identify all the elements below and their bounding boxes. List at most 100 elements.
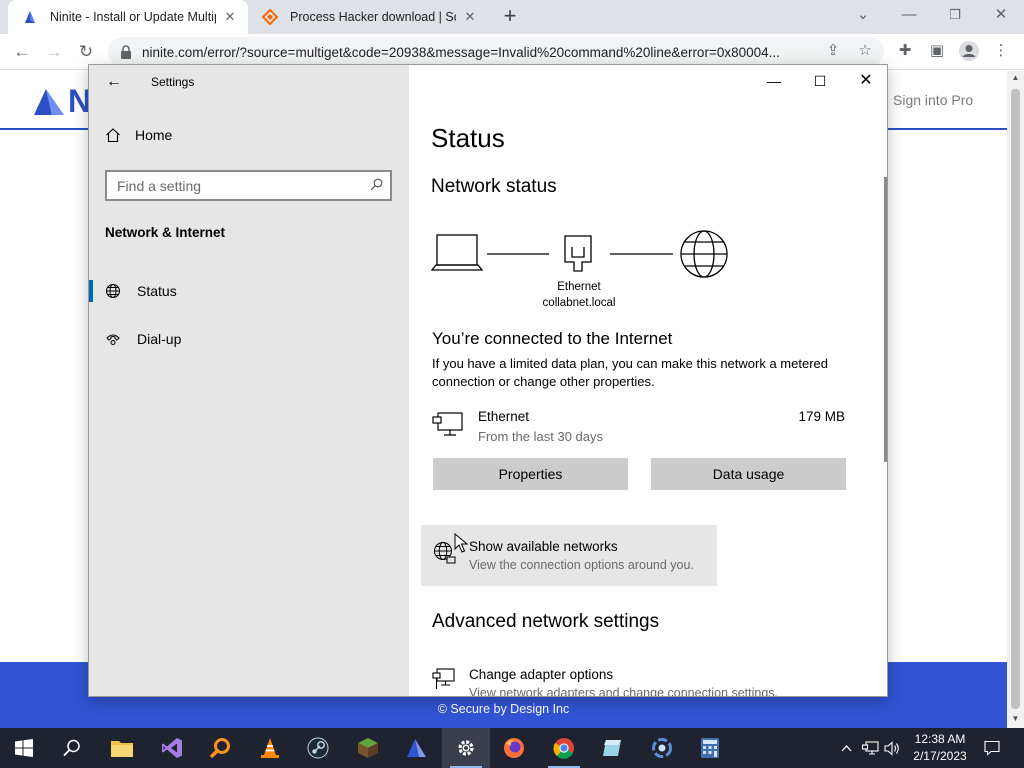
- find-setting-input[interactable]: [117, 177, 362, 194]
- sidebar-item-status[interactable]: Status: [89, 271, 409, 311]
- sourceforge-favicon-icon: [262, 9, 278, 25]
- taskbar-minecraft[interactable]: [344, 728, 392, 768]
- extensions-icon[interactable]: ✚: [894, 40, 916, 62]
- menu-kebab-icon[interactable]: ⋮: [990, 40, 1012, 62]
- change-adapter-options-link[interactable]: Change adapter options View network adap…: [432, 667, 852, 697]
- connection-period: From the last 30 days: [478, 429, 603, 444]
- settings-sidebar: ← Settings Home Network & Internet Statu…: [89, 65, 409, 696]
- chevron-up-icon: [841, 745, 851, 752]
- side-panel-icon[interactable]: ▣: [926, 40, 948, 62]
- browser-tab-strip: Ninite - Install or Update Multiple Apps…: [0, 0, 1024, 34]
- properties-button[interactable]: Properties: [433, 458, 628, 490]
- connected-description: If you have a limited data plan, you can…: [432, 356, 828, 389]
- phone-icon: [106, 334, 120, 345]
- taskbar-steam[interactable]: [294, 728, 342, 768]
- folder-icon: [111, 741, 133, 757]
- network-tray-icon[interactable]: [860, 728, 880, 768]
- taskbar-process-hacker[interactable]: [196, 728, 244, 768]
- start-button[interactable]: [0, 728, 48, 768]
- restore-icon[interactable]: ❐: [932, 0, 978, 30]
- new-tab-button[interactable]: +: [498, 4, 522, 30]
- ethernet-monitor-icon: [432, 412, 463, 436]
- taskbar-visual-studio[interactable]: [148, 728, 196, 768]
- window-title: Settings: [151, 75, 195, 89]
- network-diagram: [431, 230, 728, 278]
- speaker-icon: [883, 740, 899, 756]
- close-icon[interactable]: ✕: [222, 9, 238, 25]
- tab-ninite[interactable]: Ninite - Install or Update Multiple Apps…: [8, 0, 248, 34]
- taskbar-calculator[interactable]: [686, 728, 734, 768]
- firefox-icon: [504, 738, 524, 758]
- data-usage-amount: 179 MB: [798, 409, 845, 424]
- tab-process-hacker[interactable]: Process Hacker download | SourceForge.ne…: [248, 0, 488, 34]
- page-scrollbar[interactable]: ▲ ▼: [1007, 71, 1024, 728]
- scrollbar-thumb[interactable]: [1011, 89, 1020, 709]
- scroll-down-icon[interactable]: ▼: [1007, 714, 1024, 723]
- show-networks-title: Show available networks: [469, 539, 618, 554]
- forward-arrow-icon[interactable]: →: [42, 40, 66, 64]
- chrome-icon: [553, 738, 574, 759]
- sidebar-item-home[interactable]: Home: [105, 127, 172, 143]
- close-window-icon[interactable]: ✕: [978, 0, 1024, 30]
- back-arrow-icon[interactable]: ←: [103, 71, 125, 93]
- clock-time: 12:38 AM: [914, 732, 966, 746]
- gear-icon: [458, 740, 474, 756]
- back-arrow-icon[interactable]: ←: [10, 40, 34, 64]
- network-status-heading: Network status: [431, 176, 557, 197]
- find-setting-box: [105, 170, 392, 201]
- adapter-options-subtitle: View network adapters and change connect…: [469, 686, 778, 697]
- content-scrollbar[interactable]: [884, 177, 887, 462]
- connection-name: Ethernet: [478, 409, 530, 424]
- address-bar[interactable]: ninite.com/error/?source=multiget&code=2…: [108, 37, 884, 67]
- taskbar-search-button[interactable]: [48, 728, 96, 768]
- taskbar-vlc[interactable]: [246, 728, 294, 768]
- taskbar-firefox[interactable]: [490, 728, 538, 768]
- ninite-logo-icon: [34, 89, 64, 115]
- share-icon[interactable]: ⇪: [822, 40, 844, 62]
- search-icon[interactable]: [362, 178, 390, 194]
- wired-network-icon: [861, 740, 879, 755]
- mouse-cursor-icon: [454, 533, 468, 553]
- url-text: ninite.com/error/?source=multiget&code=2…: [142, 44, 780, 60]
- home-icon: [106, 128, 120, 143]
- clock-date: 2/17/2023: [913, 749, 967, 763]
- tab-search-icon[interactable]: ⌄: [840, 0, 886, 30]
- taskbar-settings[interactable]: [442, 728, 490, 768]
- taskbar-ninite[interactable]: [392, 728, 440, 768]
- sign-into-pro-link[interactable]: Sign into Pro: [893, 92, 973, 108]
- windows-logo-icon: [15, 739, 33, 757]
- settings-content: — ☐ ✕ Status Network status Ethernet col…: [409, 65, 887, 697]
- globe-icon: [680, 230, 728, 278]
- maximize-icon[interactable]: ☐: [797, 65, 843, 97]
- taskbar-app-cube[interactable]: [588, 728, 636, 768]
- network-adapter-icon: [432, 668, 455, 689]
- steam-icon: [307, 737, 329, 759]
- scroll-up-icon[interactable]: ▲: [1007, 73, 1024, 82]
- close-icon[interactable]: ✕: [462, 9, 478, 25]
- action-center-button[interactable]: [976, 728, 1008, 768]
- volume-tray-icon[interactable]: [882, 728, 902, 768]
- taskbar-file-explorer[interactable]: [98, 728, 146, 768]
- tab-title: Process Hacker download | SourceForge.ne…: [290, 10, 456, 24]
- adapter-options-title: Change adapter options: [469, 667, 614, 682]
- lock-icon: [121, 45, 131, 59]
- taskbar-chrome[interactable]: [540, 728, 588, 768]
- diagram-adapter-name: Ethernet: [557, 281, 601, 293]
- minimize-icon[interactable]: —: [886, 0, 932, 30]
- data-usage-button[interactable]: Data usage: [651, 458, 846, 490]
- minimize-icon[interactable]: —: [751, 65, 797, 97]
- laptop-icon: [431, 234, 484, 271]
- taskbar-app-ring[interactable]: [638, 728, 686, 768]
- ring-app-icon: [652, 738, 672, 758]
- show-hidden-icons-chevron[interactable]: [836, 728, 856, 768]
- sidebar-item-dial-up[interactable]: Dial-up: [89, 319, 409, 359]
- sidebar-item-label: Dial-up: [137, 331, 182, 347]
- advanced-settings-heading: Advanced network settings: [432, 611, 660, 632]
- close-icon[interactable]: ✕: [843, 65, 887, 97]
- notification-icon: [984, 740, 1000, 756]
- star-icon[interactable]: ☆: [854, 40, 876, 62]
- vlc-cone-icon: [261, 738, 279, 758]
- profile-avatar-icon[interactable]: [958, 40, 980, 62]
- taskbar-clock[interactable]: 12:38 AM 2/17/2023: [900, 731, 980, 765]
- reload-icon[interactable]: ↻: [74, 40, 98, 64]
